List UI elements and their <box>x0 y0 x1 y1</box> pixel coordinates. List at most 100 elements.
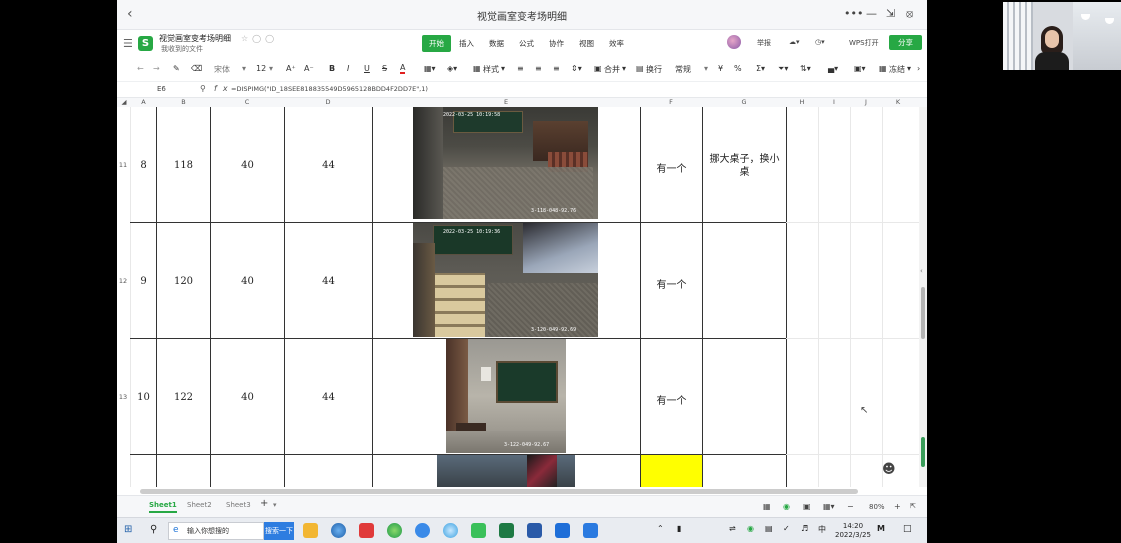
sync-icon[interactable]: ☁▾ <box>789 38 800 46</box>
hamburger-icon[interactable]: ☰ <box>123 37 133 50</box>
search-input[interactable]: 输入你想搜的 <box>168 522 264 540</box>
number-format-select[interactable]: 常规 <box>675 64 691 75</box>
chevron-down-icon[interactable]: ▾ <box>269 64 273 73</box>
tray-window-icon[interactable]: ▤ <box>765 524 773 533</box>
tray-meeting-icon[interactable]: M <box>877 524 885 533</box>
cell-f11[interactable]: 有一个 <box>641 160 702 175</box>
classroom-photo-120[interactable]: 2022-03-25 10:19:36 3-120-049-92.69 <box>413 223 598 337</box>
app-blue-icon[interactable] <box>555 523 570 538</box>
protect-icon[interactable]: ▦ <box>763 502 771 511</box>
history-icon[interactable]: ◷▾ <box>815 38 825 46</box>
clear-format-icon[interactable]: ⌫ <box>191 64 202 73</box>
search-icon[interactable]: ⚲ <box>150 524 157 535</box>
col-header-f[interactable]: F <box>640 98 702 107</box>
underline-icon[interactable]: U <box>364 64 370 73</box>
more-tools-icon[interactable]: › <box>917 64 920 73</box>
redo-icon[interactable]: → <box>153 64 160 73</box>
freeze-button[interactable]: 冻结 <box>889 64 905 75</box>
cell-b13[interactable]: 122 <box>157 392 210 403</box>
cell-grid[interactable]: 11 12 13 8 118 40 44 2022-03-25 10:19:58… <box>117 107 927 487</box>
col-header-a[interactable]: A <box>131 98 156 107</box>
microphone-icon[interactable]: ▮ <box>677 524 681 533</box>
wifi-icon[interactable]: ✓ <box>783 524 790 533</box>
classroom-photo-122[interactable]: 3-122-049-92.67 <box>446 339 566 453</box>
volume-icon[interactable]: ♬ <box>801 524 808 533</box>
browser2-icon[interactable] <box>443 523 458 538</box>
tab-view[interactable]: 视图 <box>572 35 601 52</box>
read-mode-icon[interactable]: ▣ <box>803 502 811 511</box>
file-location[interactable]: 我收到的文件 <box>161 44 203 54</box>
cell-a11[interactable]: 8 <box>131 160 156 171</box>
merge-icon[interactable]: ▣ <box>594 64 602 73</box>
sheet-tab-1[interactable]: Sheet1 <box>149 501 177 513</box>
freeze-icon[interactable]: ▦ <box>879 64 887 73</box>
font-size-select[interactable]: 12 <box>256 64 266 73</box>
zoom-formula-icon[interactable]: ⚲ <box>200 84 212 93</box>
merge-button[interactable]: 合并 <box>604 64 620 75</box>
col-header-d[interactable]: D <box>284 98 372 107</box>
increase-font-icon[interactable]: A⁺ <box>286 64 296 73</box>
sheet-tab-2[interactable]: Sheet2 <box>187 501 212 509</box>
filter-icon[interactable]: ⏷▾ <box>778 64 788 74</box>
tab-formula[interactable]: 公式 <box>512 35 541 52</box>
minimize-icon[interactable]: — <box>866 7 877 20</box>
search-button[interactable]: 搜索一下 <box>264 522 294 540</box>
styles-icon[interactable]: ▦ <box>473 64 481 73</box>
ime-indicator[interactable]: 中 <box>818 524 826 535</box>
page-view-icon[interactable]: ▦▾ <box>823 502 835 511</box>
align-left-icon[interactable]: ≡ <box>517 64 524 73</box>
scroll-thumb[interactable] <box>921 287 925 339</box>
excel-icon[interactable] <box>499 523 514 538</box>
collapse-panel-icon[interactable]: ‹ <box>920 267 923 275</box>
tab-efficiency[interactable]: 效率 <box>602 35 631 52</box>
tab-home[interactable]: 开始 <box>422 35 451 52</box>
tab-insert[interactable]: 插入 <box>452 35 481 52</box>
row-header-12[interactable]: 12 <box>118 277 128 285</box>
sort-icon[interactable]: ⇅▾ <box>800 64 811 73</box>
cell-b11[interactable]: 118 <box>157 160 210 171</box>
cell-f13[interactable]: 有一个 <box>641 392 702 407</box>
formula-input[interactable]: =DISPIMG("ID_18SEE818835549D5965128BDD4F… <box>231 85 428 93</box>
col-header-h[interactable]: H <box>786 98 818 107</box>
zoom-in-icon[interactable]: + <box>894 502 901 511</box>
tray-app-icon[interactable]: ⇌ <box>729 524 736 533</box>
cell-c13[interactable]: 40 <box>211 392 284 403</box>
avatar[interactable] <box>727 35 741 49</box>
classroom-photo-next[interactable] <box>437 455 575 487</box>
image-icon[interactable]: ▣▾ <box>854 64 866 73</box>
highlighted-cell-f14[interactable] <box>641 455 702 487</box>
app-red-icon[interactable] <box>359 523 374 538</box>
italic-icon[interactable]: I <box>347 64 349 73</box>
fill-color-icon[interactable]: ◈▾ <box>447 64 457 73</box>
star-icon[interactable]: ☆◯◯ <box>241 34 278 43</box>
browser-icon[interactable] <box>331 523 346 538</box>
cell-f12[interactable]: 有一个 <box>641 276 702 291</box>
undo-icon[interactable]: ← <box>137 64 144 73</box>
cell-a12[interactable]: 9 <box>131 276 156 287</box>
decrease-font-icon[interactable]: A⁻ <box>304 64 314 73</box>
sum-icon[interactable]: Σ▾ <box>756 64 765 73</box>
status-icon[interactable]: ◉ <box>783 502 790 511</box>
zoom-level[interactable]: 80% <box>869 503 885 511</box>
file-explorer-icon[interactable] <box>303 523 318 538</box>
chevron-down-icon[interactable]: ▾ <box>907 64 911 73</box>
cell-d11[interactable]: 44 <box>285 160 372 171</box>
sheet-menu-icon[interactable]: ▾ <box>273 501 277 509</box>
tab-data[interactable]: 数据 <box>482 35 511 52</box>
tray-wps-icon[interactable]: ◉ <box>747 524 754 533</box>
cell-c11[interactable]: 40 <box>211 160 284 171</box>
cell-d13[interactable]: 44 <box>285 392 372 403</box>
select-all-icon[interactable]: ◢ <box>119 98 129 107</box>
report-link[interactable]: 举报 <box>757 38 771 48</box>
add-sheet-icon[interactable]: + <box>260 498 268 509</box>
file-name[interactable]: 视觉画室变考场明细 <box>159 33 231 44</box>
wrap-icon[interactable]: ▤ <box>636 64 644 73</box>
cell-b12[interactable]: 120 <box>157 276 210 287</box>
bold-icon[interactable]: B <box>329 64 335 73</box>
ie-icon[interactable] <box>387 523 402 538</box>
share-button[interactable]: 分享 <box>889 35 922 50</box>
chevron-down-icon[interactable]: ▾ <box>242 64 246 73</box>
cell-c12[interactable]: 40 <box>211 276 284 287</box>
more-icon[interactable]: ••• <box>844 7 863 20</box>
wrap-button[interactable]: 换行 <box>646 64 662 75</box>
